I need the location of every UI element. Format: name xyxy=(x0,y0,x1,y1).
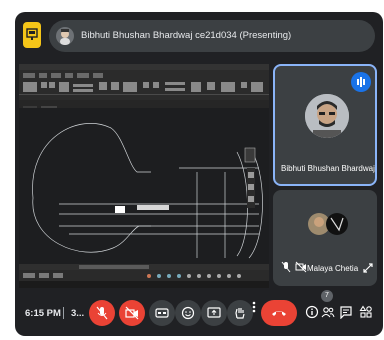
separator xyxy=(63,307,64,319)
cad-drawing-canvas[interactable] xyxy=(19,108,269,264)
top-bar: Bibhuti Bhushan Bhardwaj ce21d034 (Prese… xyxy=(15,12,383,60)
people-icon[interactable] xyxy=(321,305,335,324)
mic-toggle-button[interactable] xyxy=(89,300,115,326)
participant-name: Malaya Chetia xyxy=(307,264,359,273)
captions-button[interactable] xyxy=(149,300,175,326)
activities-icon[interactable] xyxy=(359,305,373,324)
chat-icon[interactable] xyxy=(339,305,353,324)
presenter-label: Bibhuti Bhushan Bhardwaj ce21d034 (Prese… xyxy=(81,30,292,41)
presenter-avatar xyxy=(56,27,74,45)
presenting-banner[interactable]: Bibhuti Bhushan Bhardwaj ce21d034 (Prese… xyxy=(49,20,375,52)
cad-ribbon xyxy=(19,64,269,101)
speaking-indicator-icon xyxy=(351,72,371,92)
participant-avatar xyxy=(305,94,349,138)
camera-toggle-button[interactable] xyxy=(119,300,145,326)
emoji-button[interactable] xyxy=(175,300,201,326)
participant-tile[interactable]: Malaya Chetia xyxy=(273,190,377,286)
cad-tabs xyxy=(19,100,269,112)
present-screen-button[interactable] xyxy=(201,300,227,326)
meeting-code: 3... xyxy=(71,308,85,319)
participant-tile-active[interactable]: Bibhuti Bhushan Bhardwaj ... xyxy=(273,64,377,186)
info-icon[interactable] xyxy=(305,305,319,324)
mic-off-icon xyxy=(281,260,291,278)
people-count-badge: 7 xyxy=(321,290,333,302)
end-call-button[interactable] xyxy=(261,300,297,326)
more-options-button[interactable] xyxy=(247,300,261,326)
control-bar: 6:15 PM 3... 7 xyxy=(15,290,383,336)
participant-name: Bibhuti Bhushan Bhardwaj ... xyxy=(281,164,377,173)
clock: 6:15 PM xyxy=(25,308,61,319)
expand-icon[interactable] xyxy=(363,260,373,278)
shared-screen xyxy=(19,64,269,288)
participant-avatars xyxy=(307,212,351,236)
cad-statusbar xyxy=(19,264,269,288)
present-icon[interactable] xyxy=(23,22,41,48)
meet-window: Bibhuti Bhushan Bhardwaj ce21d034 (Prese… xyxy=(15,12,383,336)
cam-off-icon xyxy=(295,260,307,278)
